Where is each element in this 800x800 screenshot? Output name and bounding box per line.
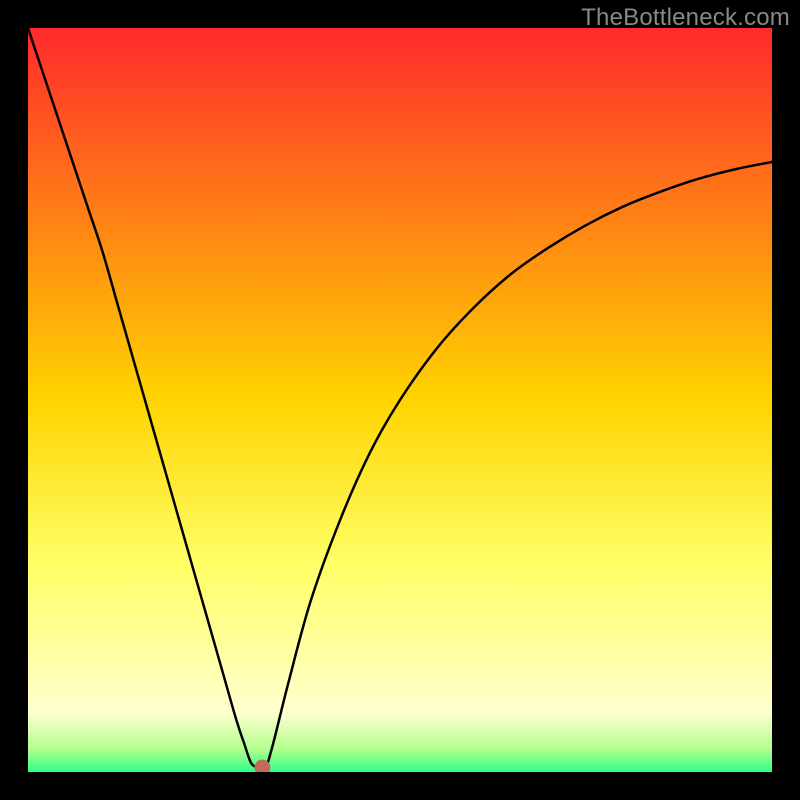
watermark-text: TheBottleneck.com <box>581 4 790 32</box>
plot-area <box>28 28 772 772</box>
chart-svg <box>28 28 772 772</box>
chart-frame: TheBottleneck.com <box>0 0 800 800</box>
